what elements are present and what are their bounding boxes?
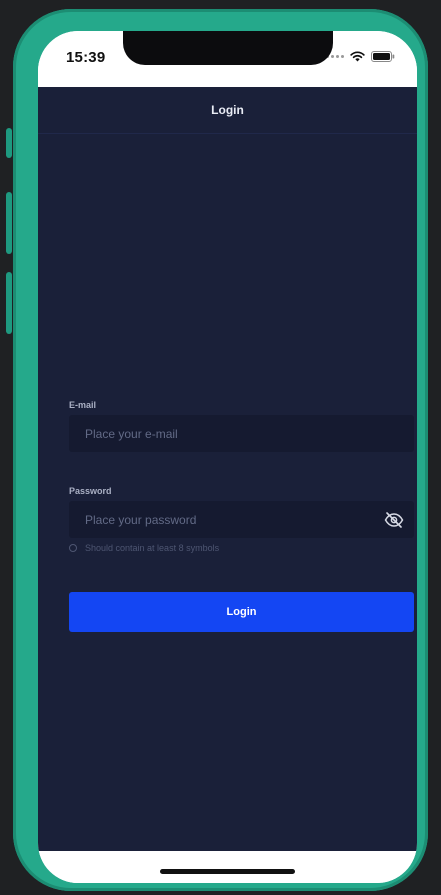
hint-circle-icon <box>69 544 77 552</box>
login-button[interactable]: Login <box>69 592 414 632</box>
email-input[interactable] <box>69 415 414 452</box>
password-hint-text: Should contain at least 8 symbols <box>85 543 220 553</box>
nav-bar: Login <box>38 87 417 134</box>
status-time: 15:39 <box>66 49 106 66</box>
app-content: Login E-mail Password <box>38 87 417 851</box>
password-visibility-toggle[interactable] <box>374 501 414 538</box>
phone-frame: 15:39 Login E-mail Place your e-mail Pas… <box>13 9 428 891</box>
password-input-box[interactable] <box>69 501 414 538</box>
password-label: Password <box>69 486 112 496</box>
eye-off-icon <box>384 511 404 528</box>
home-area <box>38 851 417 883</box>
volume-down-button <box>6 272 12 334</box>
email-input-box[interactable] <box>69 415 414 452</box>
notch <box>123 31 333 65</box>
battery-icon <box>371 51 395 62</box>
volume-up-button <box>6 192 12 254</box>
home-indicator[interactable] <box>160 869 295 874</box>
email-label: E-mail <box>69 400 97 410</box>
page-title: Login <box>211 103 244 117</box>
wifi-icon <box>350 51 365 62</box>
status-icons <box>326 51 395 62</box>
password-input[interactable] <box>69 501 374 538</box>
phone-screen: 15:39 Login E-mail Place your e-mail Pas… <box>38 31 417 883</box>
silent-switch <box>6 128 12 158</box>
password-hint: Should contain at least 8 symbols <box>69 543 219 553</box>
stage: 15:39 Login E-mail Place your e-mail Pas… <box>0 0 441 895</box>
